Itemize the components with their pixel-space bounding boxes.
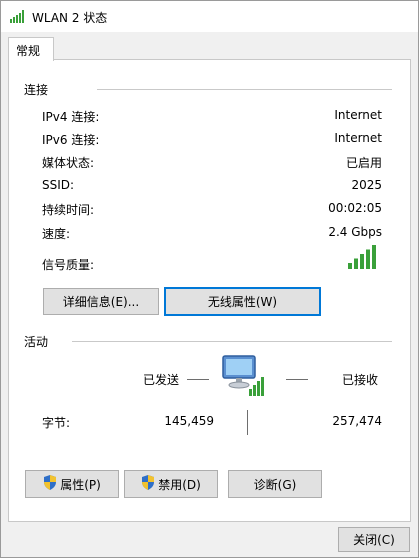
properties-button-label: 属性(P) [60, 477, 101, 492]
wifi-signal-icon [10, 10, 27, 26]
signal-bar [372, 245, 376, 269]
signal-quality-label: 信号质量: [42, 258, 95, 272]
ipv6-label: IPv6 连接: [42, 133, 100, 147]
tab-general[interactable]: 常规 [8, 37, 54, 61]
ipv6-value: Internet [334, 131, 382, 145]
bytes-label: 字节: [42, 416, 71, 430]
ipv4-value: Internet [334, 108, 382, 122]
speed-label: 速度: [42, 227, 71, 241]
window-title: WLAN 2 状态 [32, 11, 108, 25]
duration-label: 持续时间: [42, 203, 95, 217]
connection-group-label: 连接 [24, 83, 49, 97]
disable-button-label: 禁用(D) [158, 477, 201, 492]
signal-bar [366, 249, 370, 269]
signal-quality-icon [346, 245, 378, 272]
tab-general-label: 常规 [16, 44, 41, 58]
signal-bar [360, 254, 364, 269]
diagnose-button[interactable]: 诊断(G) [228, 470, 322, 498]
sent-label: 已发送 [143, 373, 180, 387]
network-computer-icon [221, 354, 267, 401]
bytes-sent-value: 145,459 [164, 414, 214, 428]
wireless-properties-button[interactable]: 无线属性(W) [164, 287, 321, 316]
title-bar[interactable]: WLAN 2 状态 [1, 1, 418, 32]
bytes-separator [247, 410, 248, 435]
properties-button[interactable]: 属性(P) [25, 470, 119, 498]
signal-bar [348, 263, 352, 269]
ssid-label: SSID: [42, 178, 75, 192]
bytes-received-value: 257,474 [332, 414, 382, 428]
disable-button[interactable]: 禁用(D) [124, 470, 218, 498]
ssid-value: 2025 [351, 178, 382, 192]
activity-group-label: 活动 [24, 335, 49, 349]
received-label: 已接收 [342, 373, 379, 387]
connection-divider [97, 89, 392, 90]
shield-icon [43, 475, 57, 493]
activity-divider [72, 341, 392, 342]
media-state-label: 媒体状态: [42, 156, 95, 170]
speed-value: 2.4 Gbps [328, 225, 382, 239]
details-button[interactable]: 详细信息(E)... [43, 288, 159, 315]
tab-panel: 连接 IPv4 连接: Internet IPv6 连接: Internet 媒… [8, 59, 411, 522]
received-dash [286, 379, 308, 380]
signal-bar [354, 258, 358, 269]
media-state-value: 已启用 [345, 156, 382, 170]
close-button[interactable]: 关闭(C) [338, 527, 410, 552]
ipv4-label: IPv4 连接: [42, 110, 100, 124]
shield-icon [141, 475, 155, 493]
duration-value: 00:02:05 [328, 201, 382, 215]
status-window: WLAN 2 状态 常规 连接 IPv4 连接: Internet IPv6 连… [0, 0, 419, 558]
sent-dash [187, 379, 209, 380]
